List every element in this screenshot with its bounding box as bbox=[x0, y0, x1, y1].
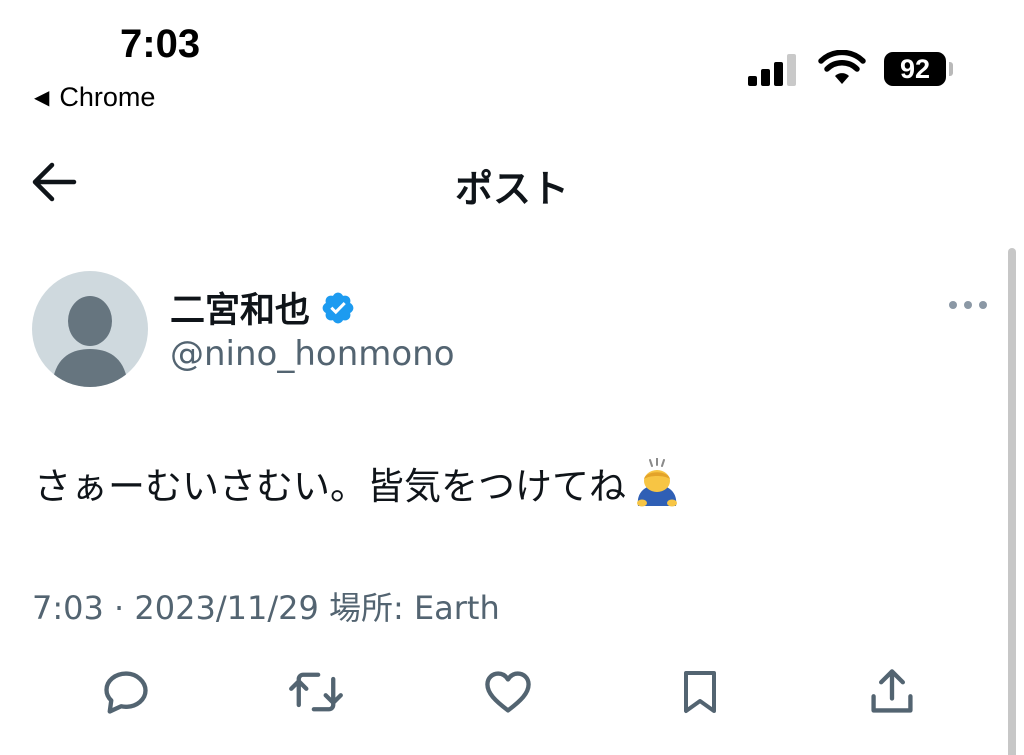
author-handle[interactable]: @nino_honmono bbox=[170, 334, 455, 374]
reply-button[interactable] bbox=[98, 664, 154, 720]
share-icon bbox=[871, 669, 913, 713]
status-time: 7:03 bbox=[120, 22, 201, 66]
meta-separator: · bbox=[114, 589, 125, 627]
post-text: さぁーむいさむい。皆気をつけてね bbox=[34, 456, 682, 510]
author-display-name[interactable]: 二宮和也 bbox=[170, 282, 310, 333]
bookmark-icon bbox=[684, 671, 716, 713]
battery-indicator: 92 bbox=[884, 52, 946, 86]
page-title: ポスト bbox=[454, 167, 569, 211]
author-name-row[interactable]: 二宮和也 bbox=[170, 282, 356, 333]
post-time[interactable]: 7:03 bbox=[32, 589, 104, 627]
default-avatar-icon bbox=[52, 296, 128, 387]
person-bowing-emoji bbox=[632, 458, 682, 508]
like-icon bbox=[485, 671, 531, 713]
wifi-icon bbox=[818, 50, 866, 84]
back-triangle-icon: ◀ bbox=[34, 87, 50, 109]
cellular-signal-icon bbox=[748, 54, 796, 86]
post-detail-screen: 7:03 ◀ Chrome 92 ポスト 二宮和也 @nino_honmono … bbox=[0, 0, 1024, 755]
avatar[interactable] bbox=[32, 271, 148, 387]
reply-icon bbox=[104, 671, 148, 714]
scrollbar[interactable] bbox=[1008, 248, 1016, 755]
battery-nub bbox=[949, 62, 953, 76]
back-app-label: Chrome bbox=[59, 82, 156, 112]
post-text-content: さぁーむいさむい。皆気をつけてね bbox=[34, 465, 626, 508]
verified-badge-icon[interactable] bbox=[320, 290, 356, 326]
post-meta: 7:03 · 2023/11/29 場所: Earth bbox=[32, 583, 500, 629]
retweet-icon bbox=[289, 672, 343, 712]
more-options-icon[interactable] bbox=[948, 298, 988, 312]
share-button[interactable] bbox=[864, 664, 920, 720]
like-button[interactable] bbox=[480, 664, 536, 720]
bookmark-button[interactable] bbox=[672, 664, 728, 720]
post-date[interactable]: 2023/11/29 bbox=[134, 589, 318, 627]
retweet-button[interactable] bbox=[288, 664, 344, 720]
post-location[interactable]: 場所: Earth bbox=[329, 589, 500, 627]
back-to-app-link[interactable]: ◀ Chrome bbox=[34, 82, 155, 113]
